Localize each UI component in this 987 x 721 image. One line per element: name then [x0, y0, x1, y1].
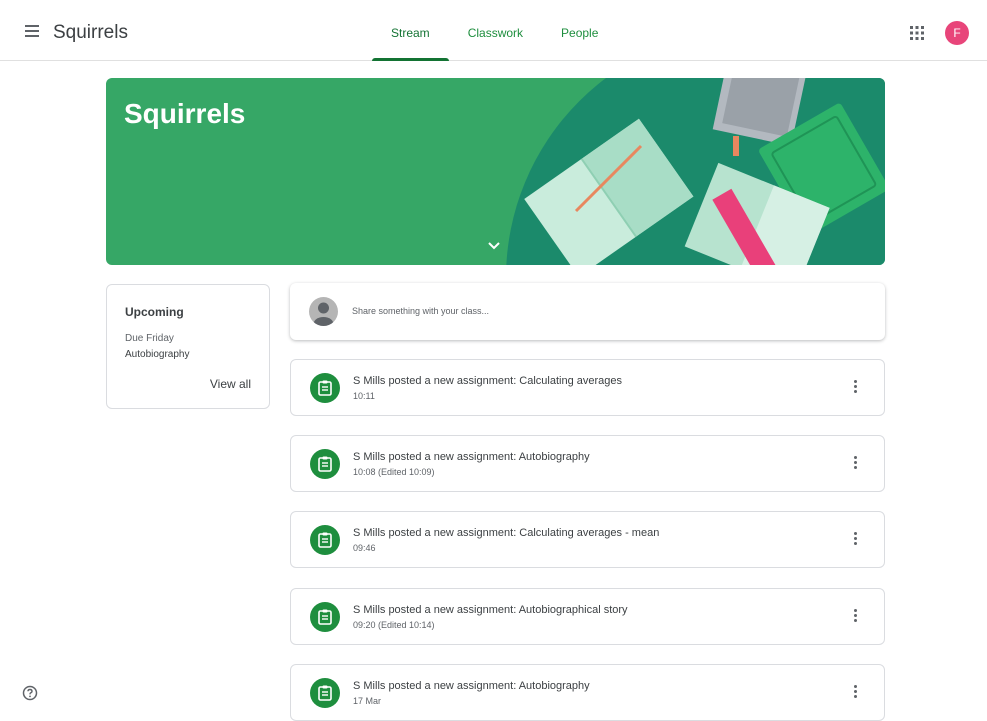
hamburger-menu-icon[interactable] — [22, 22, 42, 42]
more-vert-icon[interactable] — [854, 609, 858, 625]
banner-title: Squirrels — [124, 98, 246, 129]
chevron-down-icon[interactable] — [486, 238, 502, 254]
help-icon[interactable] — [22, 685, 38, 701]
more-vert-icon[interactable] — [854, 532, 858, 548]
apps-grid-icon[interactable] — [910, 26, 924, 40]
tab-stream[interactable]: Stream — [372, 8, 449, 61]
account-avatar[interactable]: F — [945, 21, 969, 45]
class-title[interactable]: Squirrels — [53, 22, 128, 44]
post-title: S Mills posted a new assignment: Calcula… — [353, 375, 623, 387]
more-vert-icon[interactable] — [854, 685, 858, 701]
post-time: 09:46 — [353, 543, 376, 553]
top-app-bar: Squirrels Stream Classwork People F — [0, 8, 987, 61]
post-title: S Mills posted a new assignment: Autobio… — [353, 451, 590, 463]
assignment-icon — [310, 602, 340, 632]
more-vert-icon[interactable] — [854, 380, 858, 396]
stream-post[interactable]: S Mills posted a new assignment: Autobio… — [290, 588, 885, 645]
assignment-icon — [310, 525, 340, 555]
stream-post[interactable]: S Mills posted a new assignment: Calcula… — [290, 359, 885, 416]
tab-bar: Stream Classwork People — [372, 8, 617, 61]
class-banner: Squirrels — [106, 78, 885, 265]
stream-post[interactable]: S Mills posted a new assignment: Calcula… — [290, 511, 885, 568]
share-box[interactable]: Share something with your class... — [290, 283, 885, 340]
view-all-link[interactable]: View all — [210, 377, 251, 391]
upcoming-due-label: Due Friday — [125, 333, 174, 344]
upcoming-title: Upcoming — [125, 305, 184, 319]
post-title: S Mills posted a new assignment: Autobio… — [353, 680, 590, 692]
upcoming-card: Upcoming Due Friday Autobiography View a… — [106, 284, 270, 409]
stream-post[interactable]: S Mills posted a new assignment: Autobio… — [290, 664, 885, 721]
assignment-icon — [310, 373, 340, 403]
post-time: 10:08 (Edited 10:09) — [353, 467, 435, 477]
tab-classwork[interactable]: Classwork — [449, 8, 542, 60]
assignment-icon — [310, 449, 340, 479]
post-time: 10:11 — [353, 391, 375, 401]
post-title: S Mills posted a new assignment: Autobio… — [353, 604, 628, 616]
more-vert-icon[interactable] — [854, 456, 858, 472]
share-input[interactable]: Share something with your class... — [352, 306, 489, 316]
stream-post[interactable]: S Mills posted a new assignment: Autobio… — [290, 435, 885, 492]
tab-people[interactable]: People — [542, 8, 617, 60]
post-time: 09:20 (Edited 10:14) — [353, 620, 435, 630]
upcoming-assignment-link[interactable]: Autobiography — [125, 349, 190, 360]
user-avatar-icon — [309, 297, 338, 326]
assignment-icon — [310, 678, 340, 708]
post-time: 17 Mar — [353, 696, 382, 706]
post-title: S Mills posted a new assignment: Calcula… — [353, 527, 660, 539]
